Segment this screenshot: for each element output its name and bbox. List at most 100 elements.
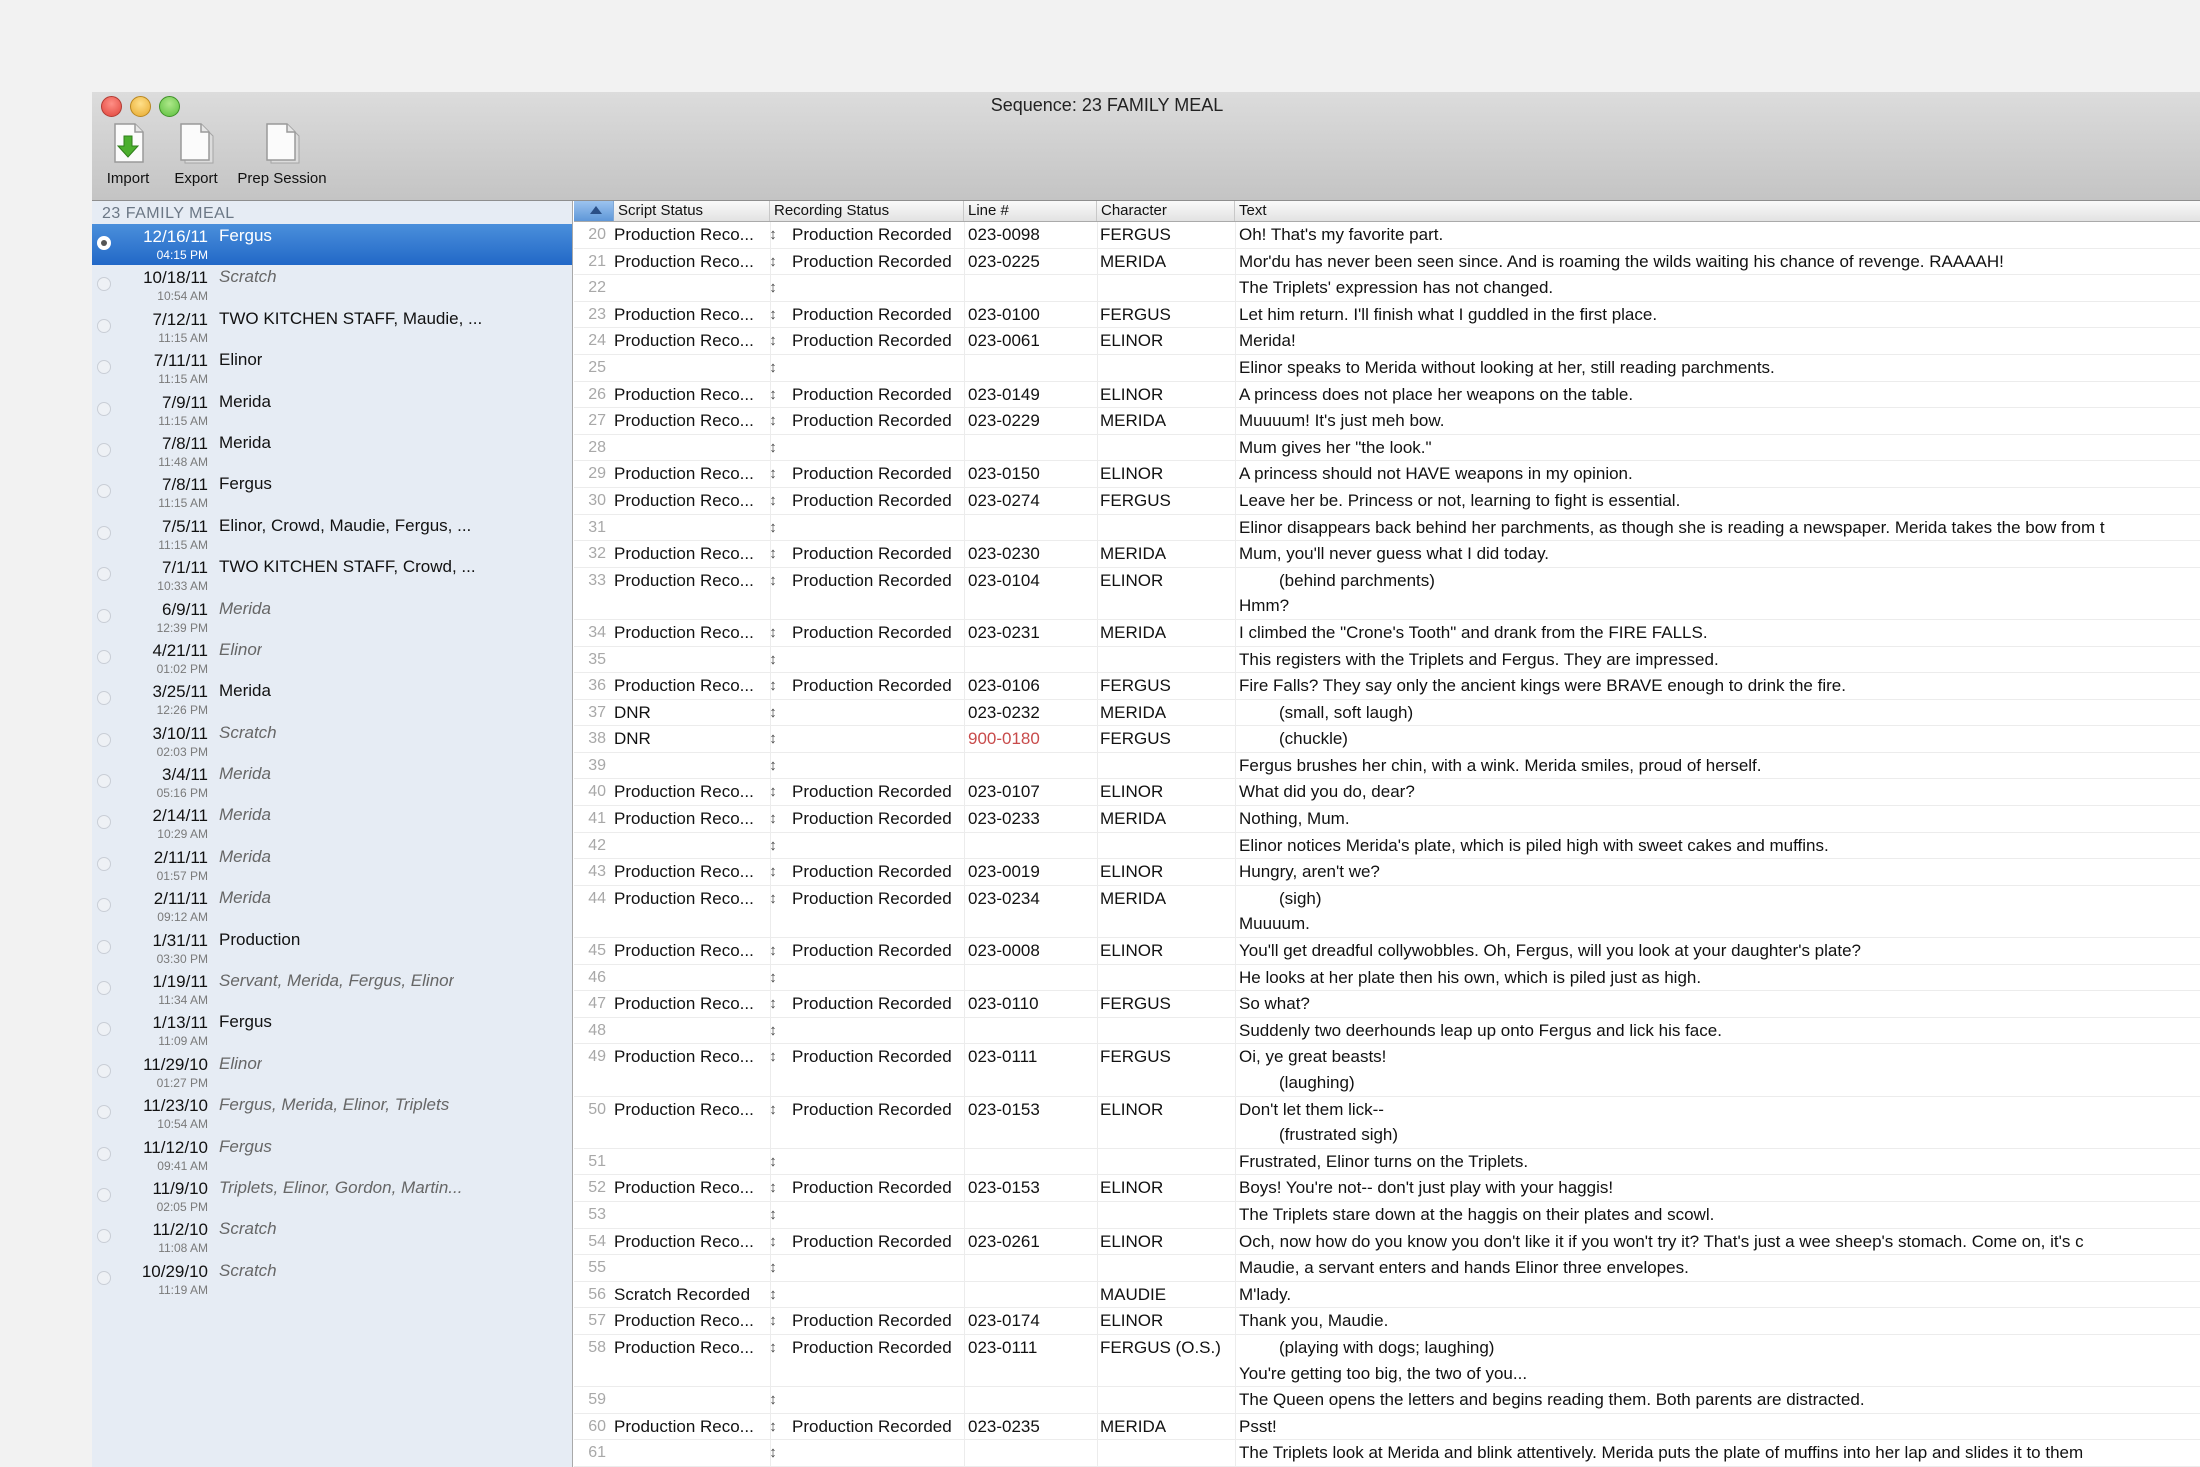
script-status-cell[interactable]: Production Reco... <box>614 1335 764 1360</box>
script-status-cell[interactable] <box>614 1018 764 1043</box>
status-stepper-icon[interactable]: ↕ <box>766 647 780 672</box>
session-item[interactable]: 7/5/11 11:15 AM Elinor, Crowd, Maudie, Fer… <box>92 514 572 555</box>
script-status-cell[interactable]: Production Reco... <box>614 1414 764 1439</box>
column-header-character[interactable]: Character <box>1097 201 1235 221</box>
status-stepper-icon[interactable]: ↕ <box>766 355 780 380</box>
table-row[interactable]: 61 ↕ The Triplets look at Merida and blink… <box>574 1440 2200 1467</box>
table-row[interactable]: 31 ↕ Elinor disappears back behind her par… <box>574 515 2200 542</box>
session-item[interactable]: 11/2/10 11:08 AM Scratch <box>92 1217 572 1258</box>
import-button[interactable]: Import <box>98 122 158 187</box>
script-status-cell[interactable]: Production Reco... <box>614 382 764 407</box>
table-row[interactable]: 36 Production Reco... ↕ Production Recorded… <box>574 673 2200 700</box>
session-radio[interactable] <box>97 567 111 582</box>
status-stepper-icon[interactable]: ↕ <box>766 1097 780 1122</box>
script-status-cell[interactable]: Production Reco... <box>614 779 764 804</box>
script-status-cell[interactable]: Production Reco... <box>614 859 764 884</box>
session-item[interactable]: 7/1/11 10:33 AM TWO KITCHEN STAFF, Crowd, … <box>92 555 572 596</box>
script-status-cell[interactable]: Production Reco... <box>614 938 764 963</box>
session-radio[interactable] <box>97 649 111 664</box>
status-stepper-icon[interactable]: ↕ <box>766 1229 780 1254</box>
script-status-cell[interactable] <box>614 435 764 460</box>
status-stepper-icon[interactable]: ↕ <box>766 991 780 1016</box>
session-item[interactable]: 10/29/10 11:19 AM Scratch <box>92 1259 572 1300</box>
session-radio[interactable] <box>97 401 111 416</box>
session-radio[interactable] <box>97 1270 111 1285</box>
script-status-cell[interactable]: Production Reco... <box>614 620 764 645</box>
table-row[interactable]: 30 Production Reco... ↕ Production Recorded… <box>574 488 2200 515</box>
table-row[interactable]: 24 Production Reco... ↕ Production Recorded… <box>574 328 2200 355</box>
script-status-cell[interactable]: Production Reco... <box>614 1229 764 1254</box>
script-status-cell[interactable] <box>614 833 764 858</box>
table-row[interactable]: 57 Production Reco... ↕ Production Recorded… <box>574 1308 2200 1335</box>
table-row[interactable]: 45 Production Reco... ↕ Production Recorded… <box>574 938 2200 965</box>
script-status-cell[interactable]: Production Reco... <box>614 1044 764 1069</box>
session-radio[interactable] <box>97 1022 111 1037</box>
session-radio[interactable] <box>97 1063 111 1078</box>
table-row[interactable]: 46 ↕ He looks at her plate then his own, w… <box>574 965 2200 992</box>
script-status-cell[interactable]: Production Reco... <box>614 673 764 698</box>
session-item[interactable]: 11/12/10 09:41 AM Fergus <box>92 1135 572 1176</box>
session-item[interactable]: 2/11/11 01:57 PM Merida <box>92 845 572 886</box>
status-stepper-icon[interactable]: ↕ <box>766 965 780 990</box>
script-status-cell[interactable] <box>614 1387 764 1412</box>
table-row[interactable]: 21 Production Reco... ↕ Production Recorded… <box>574 249 2200 276</box>
status-stepper-icon[interactable]: ↕ <box>766 673 780 698</box>
table-row[interactable]: 41 Production Reco... ↕ Production Recorded… <box>574 806 2200 833</box>
status-stepper-icon[interactable]: ↕ <box>766 779 780 804</box>
status-stepper-icon[interactable]: ↕ <box>766 1175 780 1200</box>
table-row[interactable]: 42 ↕ Elinor notices Merida's plate, which … <box>574 833 2200 860</box>
session-radio[interactable] <box>97 815 111 830</box>
status-stepper-icon[interactable]: ↕ <box>766 1440 780 1465</box>
script-status-cell[interactable] <box>614 1202 764 1227</box>
table-row[interactable]: 38 DNR ↕ 900-0180 FERGUS (chuckle) <box>574 726 2200 753</box>
table-row[interactable]: 20 Production Reco... ↕ Production Recorded… <box>574 222 2200 249</box>
session-item[interactable]: 1/19/11 11:34 AM Servant, Merida, Fergus, … <box>92 969 572 1010</box>
session-item[interactable]: 7/8/11 11:48 AM Merida <box>92 431 572 472</box>
script-status-cell[interactable]: DNR <box>614 726 764 751</box>
table-row[interactable]: 37 DNR ↕ 023-0232 MERIDA (small, soft laugh) <box>574 700 2200 727</box>
script-status-cell[interactable] <box>614 275 764 300</box>
status-stepper-icon[interactable]: ↕ <box>766 515 780 540</box>
status-stepper-icon[interactable]: ↕ <box>766 275 780 300</box>
script-status-cell[interactable]: Production Reco... <box>614 1097 764 1122</box>
script-status-cell[interactable]: Production Reco... <box>614 1308 764 1333</box>
session-radio[interactable] <box>97 484 111 499</box>
table-row[interactable]: 53 ↕ The Triplets stare down at the haggis… <box>574 1202 2200 1229</box>
column-header-script-status[interactable]: Script Status <box>614 201 770 221</box>
column-header-text[interactable]: Text <box>1235 201 2200 221</box>
session-item[interactable]: 7/8/11 11:15 AM Fergus <box>92 472 572 513</box>
script-status-cell[interactable] <box>614 965 764 990</box>
status-stepper-icon[interactable]: ↕ <box>766 382 780 407</box>
session-item[interactable]: 7/9/11 11:15 AM Merida <box>92 390 572 431</box>
status-stepper-icon[interactable]: ↕ <box>766 408 780 433</box>
status-stepper-icon[interactable]: ↕ <box>766 700 780 725</box>
script-status-cell[interactable] <box>614 647 764 672</box>
session-radio[interactable] <box>97 318 111 333</box>
script-status-cell[interactable]: Production Reco... <box>614 886 764 911</box>
status-stepper-icon[interactable]: ↕ <box>766 859 780 884</box>
script-status-cell[interactable]: Production Reco... <box>614 302 764 327</box>
script-status-cell[interactable]: Production Reco... <box>614 541 764 566</box>
session-item[interactable]: 10/18/11 10:54 AM Scratch <box>92 265 572 306</box>
status-stepper-icon[interactable]: ↕ <box>766 753 780 778</box>
session-radio[interactable] <box>97 691 111 706</box>
table-row[interactable]: 48 ↕ Suddenly two deerhounds leap up onto … <box>574 1018 2200 1045</box>
script-status-cell[interactable]: Production Reco... <box>614 222 764 247</box>
table-row[interactable]: 51 ↕ Frustrated, Elinor turns on the Tripl… <box>574 1149 2200 1176</box>
status-stepper-icon[interactable]: ↕ <box>766 1202 780 1227</box>
status-stepper-icon[interactable]: ↕ <box>766 222 780 247</box>
column-header-recording-status[interactable]: Recording Status <box>770 201 964 221</box>
session-item[interactable]: 2/14/11 10:29 AM Merida <box>92 803 572 844</box>
table-row[interactable]: 58 Production Reco... ↕ Production Recorded… <box>574 1335 2200 1388</box>
table-row[interactable]: 23 Production Reco... ↕ Production Recorded… <box>574 302 2200 329</box>
script-status-cell[interactable] <box>614 355 764 380</box>
session-item[interactable]: 1/31/11 03:30 PM Production <box>92 928 572 969</box>
script-status-cell[interactable] <box>614 753 764 778</box>
table-row[interactable]: 56 Scratch Recorded ↕ MAUDIE M'lady. <box>574 1282 2200 1309</box>
table-row[interactable]: 50 Production Reco... ↕ Production Recorded… <box>574 1097 2200 1149</box>
session-radio[interactable] <box>97 939 111 954</box>
status-stepper-icon[interactable]: ↕ <box>766 1282 780 1307</box>
status-stepper-icon[interactable]: ↕ <box>766 328 780 353</box>
script-status-cell[interactable]: Production Reco... <box>614 461 764 486</box>
script-status-cell[interactable]: Production Reco... <box>614 568 764 593</box>
